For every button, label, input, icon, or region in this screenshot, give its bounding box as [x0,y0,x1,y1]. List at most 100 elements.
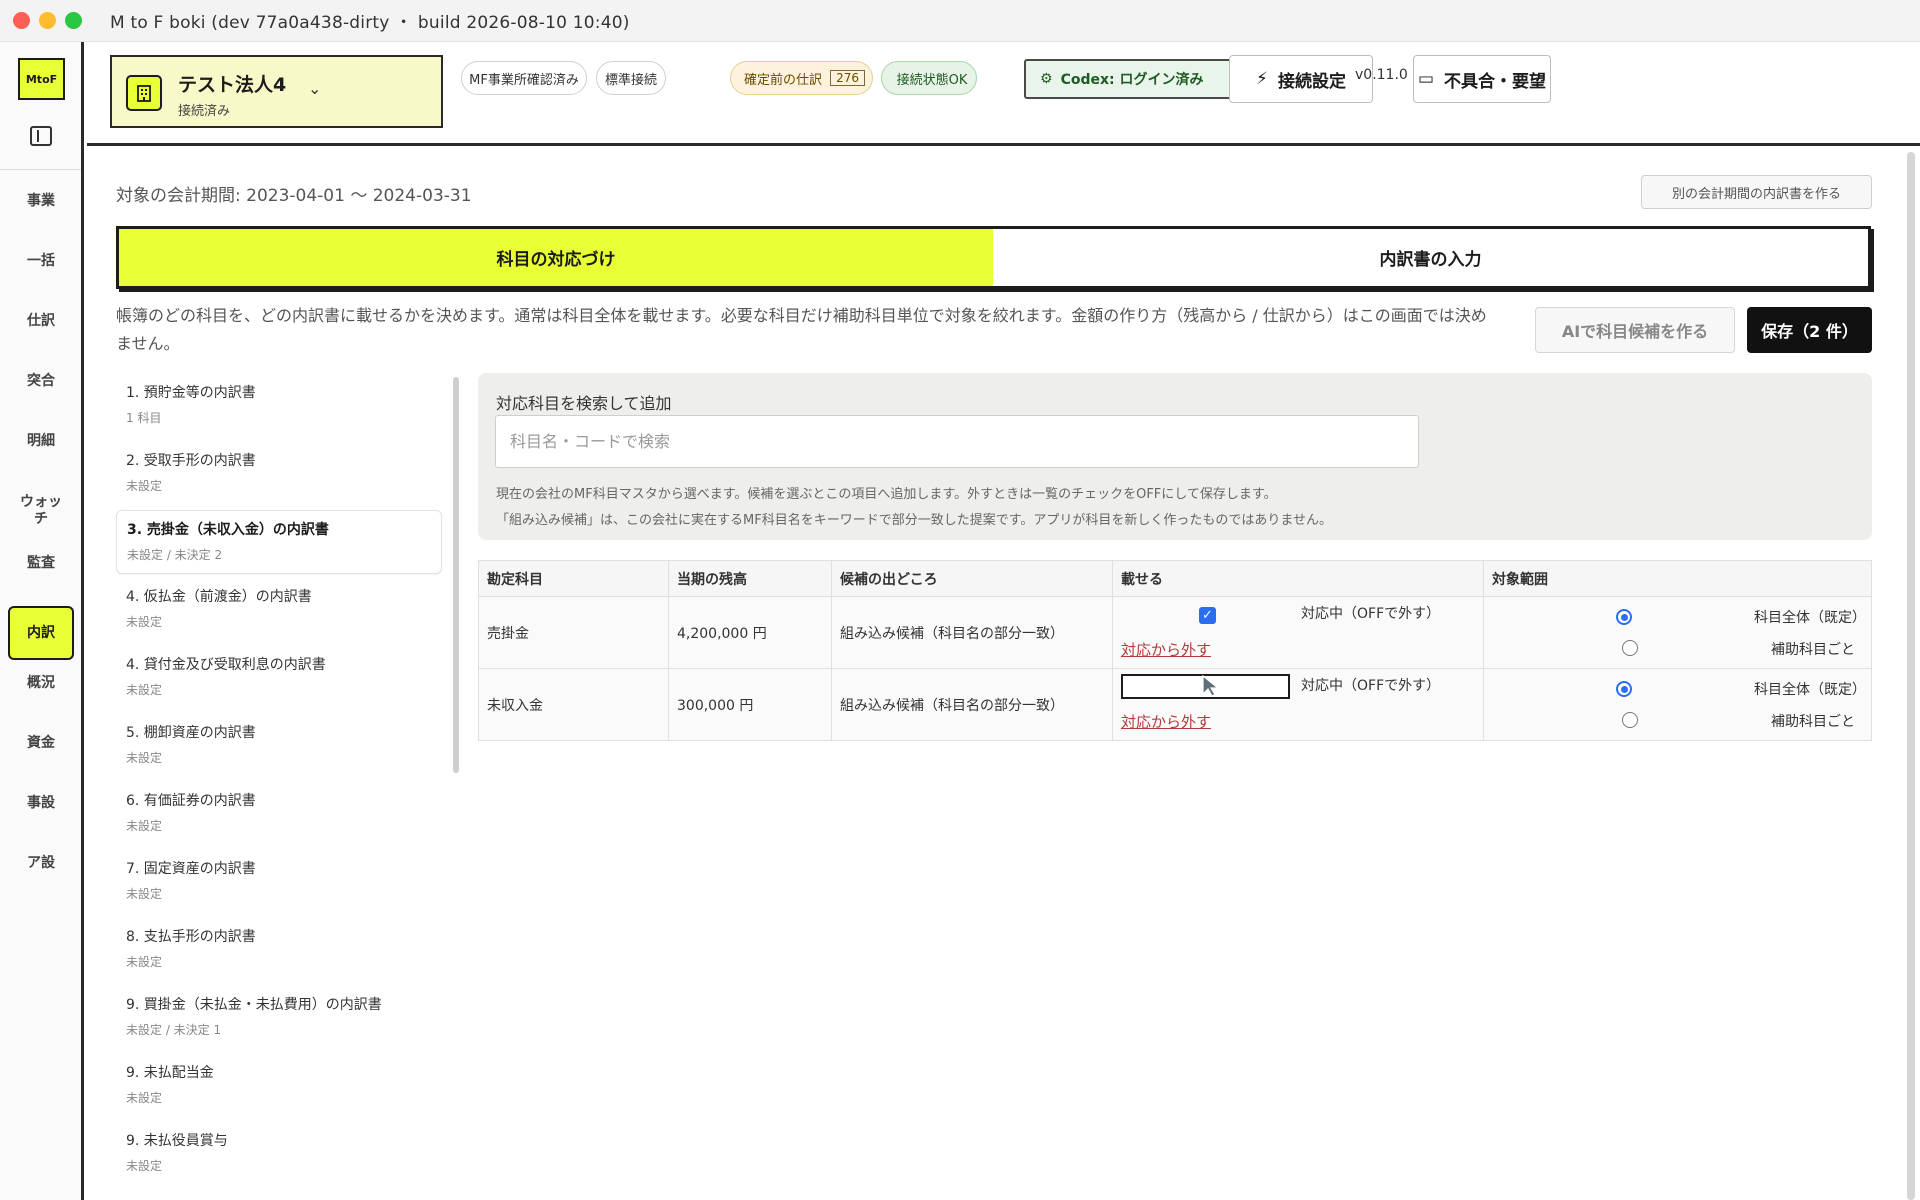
statement-item[interactable]: 4. 貸付金及び受取利息の内訳書 未設定 [116,646,442,710]
rail-divider [0,169,81,170]
scope-sub-radio[interactable] [1622,712,1638,728]
rail-item-shikin[interactable]: 資金 [8,735,74,752]
search-note: 現在の会社のMF科目マスタから選べます。候補を選ぶとこの項目へ追加します。外すと… [496,487,1277,502]
connection-ok-badge: 接続状態OK [881,61,977,95]
sparkle-plug-icon: ⚡ [1256,69,1268,89]
statement-list-scrollbar[interactable] [453,377,459,773]
chevron-down-icon: ⌄ [308,79,322,98]
include-checkbox[interactable]: ✓ [1199,607,1216,624]
account-search-panel: 対応科目を検索して追加 現在の会社のMF科目マスタから選べます。候補を選ぶとこの… [478,373,1872,540]
connection-settings-button[interactable]: ⚡ 接続設定 [1229,55,1373,103]
scope-cell: 科目全体（既定） 補助科目ごと [1483,668,1872,741]
statement-item[interactable]: 8. 支払手形の内訳書 未設定 [116,918,442,982]
company-name: テスト法人4 [178,74,287,96]
include-label: 対応中（OFFで外す） [1301,606,1441,622]
window-controls [13,12,82,29]
scope-all-radio[interactable] [1616,681,1632,697]
statement-item[interactable]: 9. 未払配当金 未設定 [116,1054,442,1118]
minimize-window-button[interactable] [39,12,56,29]
table-row: 売掛金 4,200,000 円 組み込み候補（科目名の部分一致） ✓ 対応中（O… [478,596,1872,669]
include-label: 対応中（OFFで外す） [1301,678,1441,694]
statement-item[interactable]: 7. 固定資産の内訳書 未設定 [116,850,442,914]
save-button[interactable]: 保存（2 件） [1747,307,1872,353]
feedback-button[interactable]: ▭ 不具合・要望 [1413,55,1551,103]
scope-sub-label: 補助科目ごと [1771,714,1855,730]
standard-connection-badge: 標準接続 [596,61,666,95]
search-note: 「組み込み候補」は、この会社に実在するMF科目名をキーワードで部分一致した提案で… [496,513,1333,528]
window-title: M to F boki (dev 77a0a438-dirty ・ build … [110,13,630,33]
statement-item-selected[interactable]: 3. 売掛金（未収入金）の内訳書 未設定 / 未決定 2 [116,510,442,574]
col-scope: 対象範囲 [1483,560,1872,597]
include-cell: ✓ 対応中（OFFで外す） 対応から外す [1112,596,1484,669]
other-period-button[interactable]: 別の会計期間の内訳書を作る [1641,175,1872,209]
accounting-period: 対象の会計期間: 2023-04-01 〜 2024-03-31 [116,186,472,206]
search-label: 対応科目を検索して追加 [496,394,672,413]
tab-account-mapping[interactable]: 科目の対応づけ [119,229,993,286]
mf-confirmed-badge: MF事業所確認済み [461,61,587,95]
scope-cell: 科目全体（既定） 補助科目ごと [1483,596,1872,669]
mapping-description: 帳簿のどの科目を、どの内訳書に載せるかを決めます。通常は科目全体を載せます。必要… [116,306,1487,353]
rail-item-shiwake[interactable]: 仕訳 [8,313,74,330]
statement-item[interactable]: 1. 預貯金等の内訳書 1 科目 [116,374,442,438]
tab-statement-input[interactable]: 内訳書の入力 [993,229,1868,286]
main-scrollbar[interactable] [1907,152,1915,1200]
scope-all-radio[interactable] [1616,609,1632,625]
scope-all-label: 科目全体（既定） [1754,682,1866,698]
title-bar: M to F boki (dev 77a0a438-dirty ・ build … [0,0,1920,42]
ai-suggest-button[interactable]: AIで科目候補を作る [1535,307,1735,353]
col-account: 勘定科目 [478,560,669,597]
codex-label: Codex: ログイン済み [1060,72,1204,88]
left-rail: MtoF 事業 一括 仕訳 突合 明細 ウォッチ 監査 内訳 概況 資金 事設 … [0,42,84,1200]
statement-item[interactable]: 5. 棚卸資産の内訳書 未設定 [116,714,442,778]
scope-all-label: 科目全体（既定） [1754,610,1866,626]
rail-item-jisetsu[interactable]: 事設 [8,795,74,812]
balance: 300,000 円 [668,668,832,741]
table-header-row: 勘定科目 当期の残高 候補の出どころ 載せる 対象範囲 [478,560,1872,597]
pending-label: 確定前の仕訳 [744,72,823,88]
rail-item-totsugo[interactable]: 突合 [8,373,74,390]
account-name: 売掛金 [478,596,669,669]
app-version: v0.11.0 [1355,67,1408,83]
main-content: 対象の会計期間: 2023-04-01 〜 2024-03-31 別の会計期間の… [87,149,1907,1200]
company-selector[interactable]: テスト法人4 接続済み ⌄ [110,55,443,128]
zoom-window-button[interactable] [65,12,82,29]
rail-item-ikkatsu[interactable]: 一括 [8,253,74,270]
rail-item-gaikyo[interactable]: 概況 [8,675,74,692]
top-header: テスト法人4 接続済み ⌄ MF事業所確認済み 標準接続 確定前の仕訳 276 … [87,42,1920,146]
rail-item-kansa[interactable]: 監査 [8,555,74,572]
sidebar-toggle-icon[interactable] [30,126,52,146]
pending-journal-badge[interactable]: 確定前の仕訳 276 [730,61,873,95]
building-icon [126,75,162,111]
company-status: 接続済み [178,104,231,119]
mode-tabs: 科目の対応づけ 内訳書の入力 [116,226,1871,289]
statement-list: 1. 預貯金等の内訳書 1 科目 2. 受取手形の内訳書 未設定 3. 売掛金（… [116,374,446,1200]
scope-sub-radio[interactable] [1622,640,1638,656]
rail-item-uchiwake[interactable]: 内訳 [8,606,74,660]
balance: 4,200,000 円 [668,596,832,669]
remove-mapping-link[interactable]: 対応から外す [1121,639,1211,660]
candidate-source: 組み込み候補（科目名の部分一致） [831,596,1113,669]
app-logo: MtoF [18,58,65,100]
table-row: 未収入金 300,000 円 組み込み候補（科目名の部分一致） 対応中（OFFで… [478,668,1872,741]
statement-item[interactable]: 2. 受取手形の内訳書 未設定 [116,442,442,506]
statement-item[interactable]: 9. 未払役員賞与 未設定 [116,1122,442,1186]
rail-item-asetsu[interactable]: ア設 [8,855,74,872]
close-window-button[interactable] [13,12,30,29]
rail-item-meisai[interactable]: 明細 [8,433,74,450]
include-cell: 対応中（OFFで外す） 対応から外す [1112,668,1484,741]
statement-item[interactable]: 4. 仮払金（前渡金）の内訳書 未設定 [116,578,442,642]
message-icon: ▭ [1417,69,1435,89]
statement-item[interactable]: 6. 有価証券の内訳書 未設定 [116,782,442,846]
col-include: 載せる [1112,560,1484,597]
chip-icon: ⚙ [1040,71,1053,87]
connection-ok-label: 接続状態OK [896,72,968,88]
rail-item-watch[interactable]: ウォッチ [18,494,64,528]
pointer-cursor-icon [1201,674,1223,700]
rail-item-jigyo[interactable]: 事業 [8,193,74,210]
statement-item[interactable]: 9. 買掛金（未払金・未払費用）の内訳書 未設定 / 未決定 1 [116,986,442,1050]
col-source: 候補の出どころ [831,560,1113,597]
account-name: 未収入金 [478,668,669,741]
account-search-input[interactable] [495,415,1419,468]
remove-mapping-link[interactable]: 対応から外す [1121,711,1211,732]
scope-sub-label: 補助科目ごと [1771,642,1855,658]
